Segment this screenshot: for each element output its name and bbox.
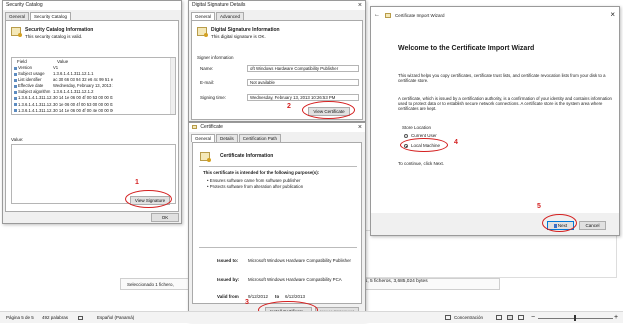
issued-to-value: Microsoft Windows Hardware Compatibility… bbox=[248, 258, 351, 263]
tab-security-catalog[interactable]: Security Catalog bbox=[30, 12, 72, 20]
annotation-number-2: 2 bbox=[287, 103, 291, 110]
read-mode-icon[interactable] bbox=[496, 315, 502, 320]
focus-icon[interactable] bbox=[445, 315, 451, 320]
valid-to-label: to bbox=[275, 294, 280, 299]
cert-purpose: This certificate is intended for the fol… bbox=[203, 170, 320, 175]
annotation-number-4: 4 bbox=[454, 139, 458, 146]
close-icon[interactable]: × bbox=[610, 10, 615, 19]
store-location-label: Store Location bbox=[402, 125, 432, 130]
bullet-2: • Protects software from alteration afte… bbox=[207, 184, 304, 189]
valid-to-value: 6/12/2013 bbox=[285, 294, 306, 299]
zoom-in-button[interactable]: + bbox=[614, 312, 618, 324]
cert-info-title: Certificate Information bbox=[220, 153, 274, 159]
annotation-ring-5 bbox=[542, 214, 577, 232]
row-value: 30 14 1e 06 00 4f 00 4e 00 00 00... bbox=[53, 107, 113, 113]
value-label: Value: bbox=[11, 137, 24, 142]
sig-titlebar: Digital Signature Details × bbox=[189, 1, 365, 10]
page-count[interactable]: Página 5 de 5 bbox=[6, 312, 34, 324]
sig-header-title: Digital Signature Information bbox=[211, 27, 280, 33]
tab-general[interactable]: General bbox=[5, 12, 30, 20]
cert-titlebar: Certificate × bbox=[189, 123, 365, 132]
certificate-window: Certificate × General Details Certificat… bbox=[188, 122, 366, 321]
tab-details[interactable]: Details bbox=[216, 134, 238, 142]
catalog-title: Security Catalog bbox=[6, 2, 43, 8]
signature-icon bbox=[197, 27, 208, 37]
zoom-slider-thumb[interactable] bbox=[574, 315, 576, 321]
continue-text: To continue, click Next. bbox=[398, 161, 445, 166]
table-row[interactable]: 1.3.6.1.4.1.311.12... 30 14 1e 06 00 4f 0… bbox=[13, 108, 163, 114]
email-label: E-mail: bbox=[200, 80, 215, 85]
annotation-ring-4 bbox=[400, 138, 448, 152]
proofing-icon[interactable] bbox=[78, 316, 83, 320]
tab-certification-path[interactable]: Certification Path bbox=[238, 134, 282, 142]
col-value-header[interactable]: Value bbox=[57, 59, 68, 64]
print-layout-icon[interactable] bbox=[507, 315, 513, 320]
close-icon[interactable]: × bbox=[358, 1, 362, 10]
catalog-ok-button[interactable]: OK bbox=[151, 213, 179, 222]
wizard-title: Certificate Import Wizard bbox=[395, 13, 445, 18]
explorer-selected-text: Seleccionado 1 fichero, bbox=[127, 282, 174, 287]
issued-by-value: Microsoft Windows Hardware Compatibility… bbox=[248, 277, 342, 282]
wizard-para2: A certificate, which is issued by a cert… bbox=[398, 96, 612, 111]
zoom-out-button[interactable]: − bbox=[531, 312, 535, 324]
name-label: Name: bbox=[200, 66, 214, 71]
cert-title: Certificate bbox=[200, 124, 223, 130]
annotation-number-3: 3 bbox=[245, 299, 249, 306]
catalog-icon bbox=[11, 27, 22, 37]
tab-advanced[interactable]: Advanced bbox=[216, 12, 245, 20]
import-wizard-window: ← Certificate Import Wizard × Welcome to… bbox=[370, 6, 620, 236]
catalog-titlebar: Security Catalog bbox=[3, 1, 181, 10]
bullet-1: • Ensures software came from software pu… bbox=[207, 178, 301, 183]
cert-tabs: General Details Certification Path bbox=[191, 134, 363, 142]
wizard-titlebar: ← Certificate Import Wizard × bbox=[371, 7, 619, 25]
annotation-ring-1 bbox=[125, 190, 172, 208]
valid-from-label: Valid from bbox=[217, 294, 239, 299]
catalog-panel: Security Catalog Information This securi… bbox=[5, 20, 179, 212]
language[interactable]: Español (Panamá) bbox=[97, 312, 134, 324]
row-field: 1.3.6.1.4.1.311.12... bbox=[13, 108, 53, 114]
sig-tabs: General Advanced bbox=[191, 12, 363, 20]
signing-time-field[interactable]: Wednesday, February 13, 2013 10:26:53 PM bbox=[247, 94, 359, 101]
divider bbox=[199, 247, 357, 248]
annotation-number-5: 5 bbox=[537, 203, 541, 210]
wizard-cert-icon bbox=[385, 13, 391, 18]
email-field[interactable]: Not available bbox=[247, 79, 359, 86]
valid-from-value: 9/12/2012 bbox=[248, 294, 269, 299]
signer-group-label: Signer information bbox=[197, 55, 234, 60]
catalog-rows: Version V1 Subject usage 1.3.6.1.4.1.311.1… bbox=[13, 65, 163, 114]
back-arrow-icon[interactable]: ← bbox=[374, 12, 380, 18]
bullet-2-text: Protects software from alteration after … bbox=[209, 184, 304, 189]
divider bbox=[199, 166, 357, 167]
annotation-number-1: 1 bbox=[135, 179, 139, 186]
sig-header-sub: This digital signature is OK. bbox=[211, 34, 266, 39]
cert-panel: Certificate Information This certificate… bbox=[192, 142, 362, 304]
name-field[interactable]: oft Windows Hardware Compatibility Publi… bbox=[247, 65, 359, 72]
catalog-field-list[interactable]: Field Value Version V1 Subject usage 1.3.6… bbox=[11, 57, 176, 115]
bullet-1-text: Ensures software came from software publ… bbox=[209, 178, 301, 183]
catalog-tabs: General Security Catalog bbox=[5, 12, 179, 20]
tab-general[interactable]: General bbox=[191, 12, 216, 20]
background-window bbox=[362, 230, 617, 278]
signing-time-label: Signing time: bbox=[200, 95, 227, 100]
web-layout-icon[interactable] bbox=[518, 315, 524, 320]
wizard-para1: This wizard helps you copy certificates,… bbox=[398, 73, 606, 83]
current-user-radio[interactable] bbox=[404, 134, 408, 138]
catalog-header-title: Security Catalog Information bbox=[25, 27, 94, 33]
cancel-button[interactable]: Cancel bbox=[579, 221, 606, 230]
annotation-ring-2 bbox=[302, 101, 355, 119]
catalog-header-sub: This security catalog is valid. bbox=[25, 34, 83, 39]
certificate-icon bbox=[200, 152, 211, 162]
word-count[interactable]: 492 palabras bbox=[42, 312, 68, 324]
close-icon[interactable]: × bbox=[358, 123, 362, 132]
sig-title: Digital Signature Details bbox=[192, 2, 246, 8]
issued-to-label: Issued to: bbox=[217, 258, 239, 263]
wizard-heading: Welcome to the Certificate Import Wizard bbox=[398, 45, 535, 52]
certificate-small-icon bbox=[192, 124, 197, 129]
list-scrollbar[interactable] bbox=[170, 58, 175, 114]
word-status-bar: Página 5 de 5 492 palabras Español (Pana… bbox=[0, 311, 623, 323]
col-field-header[interactable]: Field bbox=[17, 59, 27, 64]
tab-general[interactable]: General bbox=[191, 134, 216, 142]
issued-by-label: Issued by: bbox=[217, 277, 240, 282]
focus-mode[interactable]: Concentración bbox=[454, 312, 483, 324]
